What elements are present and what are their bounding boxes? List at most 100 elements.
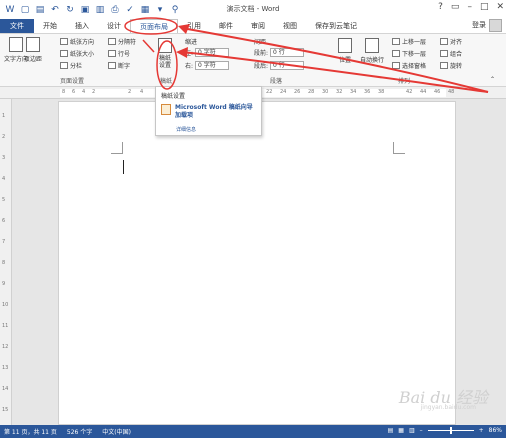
hyphenation-icon xyxy=(108,62,116,69)
arrange-group-label: 排列 xyxy=(398,78,411,85)
indent-right: 右: 0 字符 xyxy=(185,61,230,70)
tab-view[interactable]: 视图 xyxy=(274,19,306,33)
wrap-text-icon xyxy=(365,38,379,53)
maximize-icon[interactable]: □ xyxy=(480,2,489,12)
details-link[interactable]: 详细信息 xyxy=(176,126,196,133)
view-zoom-controls: ▤ ▦ ▥ – + 86% xyxy=(388,427,502,434)
group-button[interactable]: 组合 xyxy=(440,49,462,58)
help-icon[interactable]: ? xyxy=(438,2,443,12)
save-as-icon[interactable]: ▥ xyxy=(94,4,106,16)
page-count[interactable]: 第 11 页，共 11 页 xyxy=(4,427,57,436)
orientation-button[interactable]: 纸张方向 xyxy=(60,37,94,46)
wizard-item-line1: Microsoft Word 稿纸向导 xyxy=(175,104,253,111)
spelling-icon[interactable]: ✓ xyxy=(124,4,136,16)
indent-right-input[interactable]: 0 字符 xyxy=(195,61,230,70)
tab-insert[interactable]: 插入 xyxy=(66,19,98,33)
table-icon[interactable]: ▦ xyxy=(139,4,151,16)
tab-file[interactable]: 文件 xyxy=(0,19,34,33)
draft-setting-button[interactable]: 稿纸 设置 xyxy=(158,38,172,69)
page-setup-group-label: 页面设置 xyxy=(60,78,85,85)
margin-corner-tl xyxy=(111,142,123,154)
save-icon[interactable]: ▣ xyxy=(79,4,91,16)
print-preview-icon[interactable]: ⎙ xyxy=(109,4,121,16)
spacing-after-input[interactable]: 0 行 xyxy=(270,61,305,70)
text-cursor xyxy=(123,160,124,174)
margins-icon xyxy=(26,37,40,52)
wizard-item[interactable]: Microsoft Word 稿纸向导 加载项 xyxy=(161,104,253,120)
breaks-icon xyxy=(108,38,116,45)
read-mode-icon[interactable]: ▤ xyxy=(388,427,394,434)
tab-page-layout[interactable]: 页面布局 xyxy=(130,19,178,33)
word-logo-icon: W xyxy=(5,4,15,15)
zoom-slider[interactable] xyxy=(427,427,474,434)
columns-button[interactable]: 分栏 xyxy=(60,61,82,70)
addin-icon xyxy=(161,104,171,115)
tab-design[interactable]: 设计 xyxy=(98,19,130,33)
rotate-button[interactable]: 旋转 xyxy=(440,61,462,70)
selection-pane-icon xyxy=(392,62,400,69)
text-direction-icon xyxy=(9,37,23,52)
binoculars-icon[interactable]: ⚲ xyxy=(169,4,181,16)
position-button[interactable]: 位置 xyxy=(338,38,352,64)
tab-home[interactable]: 开始 xyxy=(34,19,66,33)
spacing-after: 段后: 0 行 xyxy=(254,61,305,70)
window-controls: ? ▭ – □ ✕ xyxy=(438,2,504,12)
close-icon[interactable]: ✕ xyxy=(496,2,504,12)
draft-group-label: 稿纸 xyxy=(160,78,173,85)
indent-left: 左: 0 字符 xyxy=(185,48,230,57)
size-button[interactable]: 纸张大小 xyxy=(60,49,94,58)
wrap-text-button[interactable]: 自动换行 xyxy=(360,38,384,64)
line-numbers-icon xyxy=(108,50,116,57)
document-page[interactable] xyxy=(58,101,456,425)
baidu-watermark-url: jingyan.baidu.com xyxy=(420,404,476,411)
draft-paper-icon xyxy=(158,38,172,53)
spacing-title: 间距 xyxy=(254,39,267,46)
print-layout-icon[interactable]: ▦ xyxy=(398,427,404,434)
zoom-level[interactable]: 86% xyxy=(489,427,502,434)
margin-corner-tr xyxy=(393,142,405,154)
tab-references[interactable]: 引用 xyxy=(178,19,210,33)
ribbon-tabs: 文件 开始 插入 设计 页面布局 引用 邮件 审阅 视图 保存到云笔记 xyxy=(0,19,506,33)
align-icon xyxy=(440,38,448,45)
language[interactable]: 中文(中国) xyxy=(102,427,131,436)
spacing-before: 段前: 0 行 xyxy=(254,48,305,57)
align-button[interactable]: 对齐 xyxy=(440,37,462,46)
size-icon xyxy=(60,50,68,57)
line-numbers-button[interactable]: 行号 xyxy=(108,49,130,58)
login-link[interactable]: 登录 xyxy=(472,20,486,30)
selection-pane-button[interactable]: 选择窗格 xyxy=(392,61,426,70)
send-backward-button[interactable]: 下移一层 xyxy=(392,49,426,58)
new-doc-icon[interactable]: ▢ xyxy=(19,4,31,16)
customize-qat-icon[interactable]: ▾ xyxy=(154,4,166,16)
hyphenation-button[interactable]: 断字 xyxy=(108,61,130,70)
bring-forward-button[interactable]: 上移一层 xyxy=(392,37,426,46)
position-icon xyxy=(338,38,352,53)
title-bar: W ▢ ▤ ↶ ↻ ▣ ▥ ⎙ ✓ ▦ ▾ ⚲ 演示文档 - Word ? ▭ … xyxy=(0,0,506,19)
redo-icon[interactable]: ↻ xyxy=(64,4,76,16)
tab-cloud-notes[interactable]: 保存到云笔记 xyxy=(306,19,366,33)
columns-icon xyxy=(60,62,68,69)
margins-button[interactable]: 页边距 xyxy=(24,37,42,63)
open-icon[interactable]: ▤ xyxy=(34,4,46,16)
undo-icon[interactable]: ↶ xyxy=(49,4,61,16)
rotate-icon xyxy=(440,62,448,69)
indent-left-input[interactable]: 0 字符 xyxy=(195,48,230,57)
tab-mailings[interactable]: 邮件 xyxy=(210,19,242,33)
quick-access-toolbar: W ▢ ▤ ↶ ↻ ▣ ▥ ⎙ ✓ ▦ ▾ ⚲ xyxy=(0,4,181,16)
tab-review[interactable]: 审阅 xyxy=(242,19,274,33)
dropdown-title: 稿纸设置 xyxy=(161,93,186,100)
word-count[interactable]: 526 个字 xyxy=(67,427,92,436)
vertical-ruler[interactable]: 1 2 3 4 5 6 7 8 9 10 11 12 13 14 15 xyxy=(0,99,12,425)
wizard-item-line2: 加载项 xyxy=(175,112,194,119)
breaks-button[interactable]: 分隔符 xyxy=(108,37,136,46)
minimize-icon[interactable]: – xyxy=(467,2,472,12)
collapse-ribbon-icon[interactable]: ⌃ xyxy=(490,76,495,83)
zoom-out-icon[interactable]: – xyxy=(420,427,423,434)
avatar[interactable] xyxy=(489,19,502,32)
spacing-before-input[interactable]: 0 行 xyxy=(270,48,305,57)
web-layout-icon[interactable]: ▥ xyxy=(409,427,415,434)
ribbon-display-icon[interactable]: ▭ xyxy=(451,2,460,12)
zoom-in-icon[interactable]: + xyxy=(479,427,484,434)
orientation-icon xyxy=(60,38,68,45)
bring-forward-icon xyxy=(392,38,400,45)
